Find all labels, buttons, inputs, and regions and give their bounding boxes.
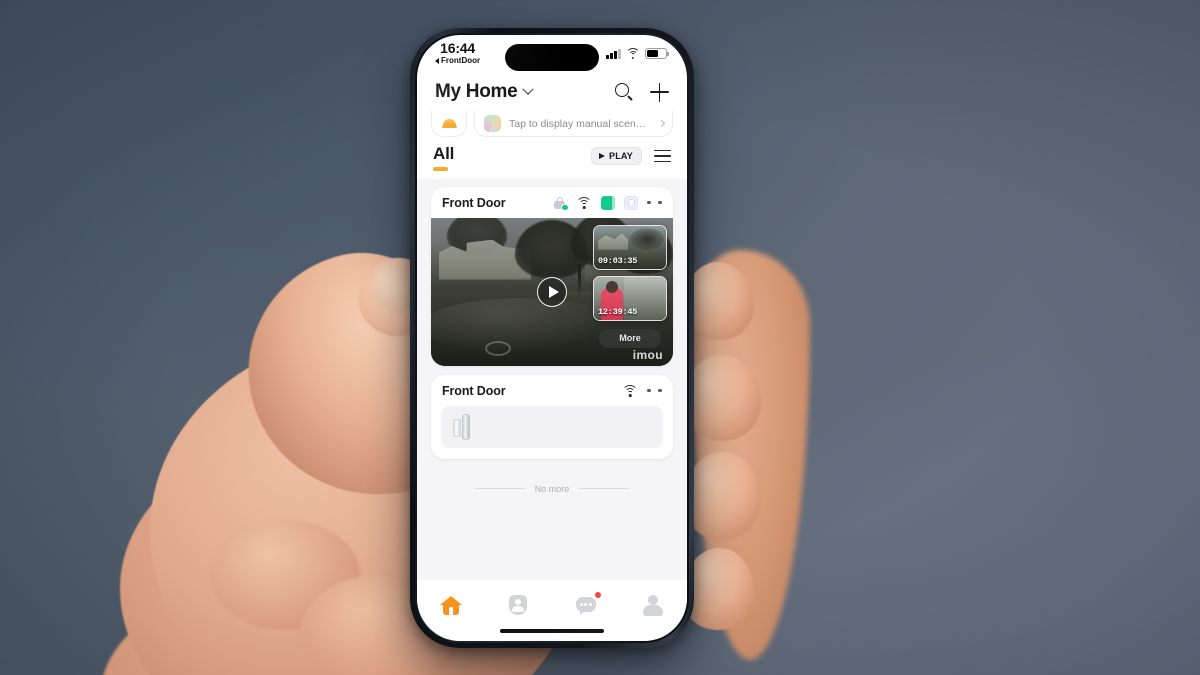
home-indicator[interactable] xyxy=(500,628,604,633)
app-header: My Home xyxy=(417,79,687,111)
home-icon xyxy=(439,594,462,616)
section-header: All PLAY xyxy=(417,137,687,179)
cloud-storage-icon[interactable] xyxy=(624,195,638,210)
play-triangle-icon xyxy=(599,153,606,159)
event-thumbnail[interactable]: 12:39:45 xyxy=(593,275,667,321)
chat-bubble-icon xyxy=(575,592,601,616)
play-all-button[interactable]: PLAY xyxy=(591,147,642,165)
door-sensor-panel[interactable] xyxy=(441,405,663,448)
camera-live-preview[interactable]: 09:03:35 12:39:45 More imou xyxy=(431,217,673,366)
bottom-navigation-bar xyxy=(417,585,687,641)
section-title: All xyxy=(433,144,455,163)
list-end-divider: No more xyxy=(431,468,673,494)
more-dots-icon[interactable] xyxy=(647,388,662,393)
more-events-label: More xyxy=(619,333,641,344)
device-card-list: Front Door 09:03:35 12:39:45 More imou F… xyxy=(417,179,687,494)
unread-badge-dot xyxy=(594,592,601,598)
add-device-icon[interactable] xyxy=(650,82,669,102)
more-dots-icon[interactable] xyxy=(647,200,662,205)
nav-item-home[interactable] xyxy=(417,594,485,616)
event-thumbnail[interactable]: 09:03:35 xyxy=(593,224,667,270)
divider-line-left xyxy=(475,488,525,490)
manual-scenes-banner[interactable]: Tap to display manual scenes n... xyxy=(474,111,673,137)
smartphone-device: 16:44 FrontDoor My Home Tap to display m… xyxy=(410,28,694,648)
card-header: Front Door xyxy=(431,375,673,406)
active-tab-underline xyxy=(433,167,448,171)
status-time: 16:44 xyxy=(440,40,475,56)
scenes-icon xyxy=(484,115,501,132)
event-thumbnail-strip: 09:03:35 12:39:45 More xyxy=(593,224,667,348)
wifi-icon xyxy=(626,48,640,59)
search-icon[interactable] xyxy=(615,82,634,102)
nav-item-devices[interactable] xyxy=(485,594,553,616)
play-circle-icon[interactable] xyxy=(537,276,567,307)
door-contact-sensor-icon xyxy=(452,413,480,440)
list-end-label: No more xyxy=(534,483,570,494)
card-status-icons xyxy=(553,195,662,212)
cellular-signal-icon xyxy=(606,48,621,59)
dynamic-island xyxy=(505,44,599,71)
device-name: Front Door xyxy=(442,383,506,398)
page-title: My Home xyxy=(435,81,518,102)
chevron-right-icon xyxy=(657,119,666,128)
status-bar: 16:44 FrontDoor xyxy=(417,35,687,79)
list-menu-icon[interactable] xyxy=(654,149,671,163)
divider-line-right xyxy=(579,488,630,490)
lock-online-icon[interactable] xyxy=(553,196,569,212)
play-button-label: PLAY xyxy=(609,151,633,161)
device-card-door-sensor[interactable]: Front Door xyxy=(431,374,673,459)
card-status-icons xyxy=(622,384,662,397)
imou-watermark: imou xyxy=(632,347,663,362)
shield-person-icon xyxy=(507,594,529,616)
device-name: Front Door xyxy=(442,195,506,210)
status-right-group xyxy=(606,48,669,59)
status-left-group[interactable]: 16:44 FrontDoor xyxy=(435,41,480,65)
scene-banner-label: Tap to display manual scenes n... xyxy=(509,117,651,130)
header-actions xyxy=(615,82,669,102)
scene-planter xyxy=(485,340,511,356)
sd-card-green-icon[interactable] xyxy=(601,195,615,210)
nav-item-messages[interactable] xyxy=(552,592,620,616)
wifi-icon[interactable] xyxy=(622,384,638,397)
back-to-app-indicator[interactable]: FrontDoor xyxy=(435,57,480,65)
phone-screen: 16:44 FrontDoor My Home Tap to display m… xyxy=(417,35,687,641)
phone-bezel: 16:44 FrontDoor My Home Tap to display m… xyxy=(415,33,689,643)
event-time-label: 12:39:45 xyxy=(598,306,638,317)
triangle-left-icon xyxy=(435,58,439,64)
section-tab-all[interactable]: All xyxy=(433,144,454,171)
battery-icon xyxy=(645,48,669,59)
scene-row: Tap to display manual scenes n... xyxy=(417,111,687,137)
event-time-label: 09:03:35 xyxy=(598,255,638,266)
back-app-label: FrontDoor xyxy=(441,56,481,65)
wifi-icon[interactable] xyxy=(576,196,592,209)
section-actions: PLAY xyxy=(591,147,671,165)
scene-bell-chip[interactable] xyxy=(431,111,467,137)
chevron-down-icon xyxy=(522,83,535,95)
bell-icon xyxy=(441,118,457,130)
device-card-camera[interactable]: Front Door 09:03:35 12:39:45 More imou xyxy=(431,186,673,366)
more-events-button[interactable]: More xyxy=(599,328,661,348)
nav-item-profile[interactable] xyxy=(620,594,688,616)
card-header: Front Door xyxy=(431,187,673,218)
home-scroll-body[interactable]: Tap to display manual scenes n... All PL… xyxy=(417,111,687,580)
home-selector[interactable]: My Home xyxy=(435,81,535,103)
person-icon xyxy=(642,594,664,616)
